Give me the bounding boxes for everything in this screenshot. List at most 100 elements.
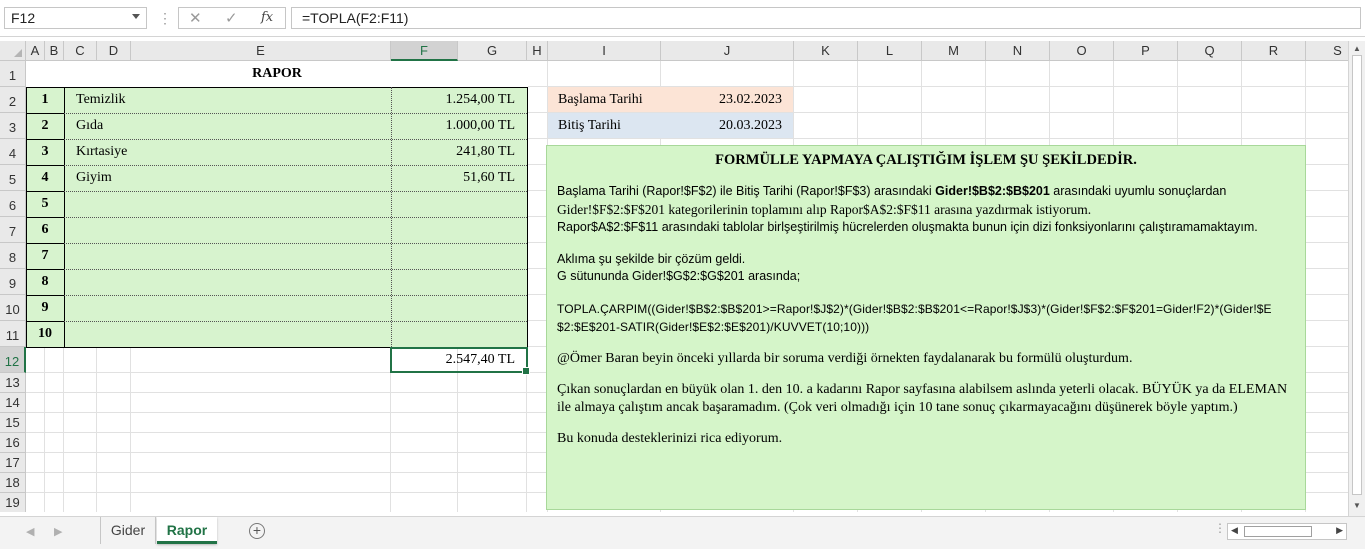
column-header-q[interactable]: Q	[1178, 41, 1242, 61]
row-number[interactable]: 5	[26, 191, 64, 217]
horizontal-scrollbar[interactable]: ◀ ▶	[1227, 523, 1347, 540]
row-header[interactable]: 1	[0, 61, 26, 87]
table-divider	[64, 243, 527, 244]
column-header-o[interactable]: O	[1050, 41, 1114, 61]
row-number[interactable]: 1	[26, 87, 64, 113]
table-divider	[64, 217, 527, 218]
vertical-scrollbar[interactable]: ▲ ▼	[1348, 41, 1365, 516]
row-number[interactable]: 2	[26, 113, 64, 139]
row-header[interactable]: 5	[0, 165, 26, 191]
note-textbox[interactable]: FORMÜLLE YAPMAYA ÇALIŞTIĞIM İŞLEM ŞU ŞEK…	[546, 145, 1306, 510]
column-header-a[interactable]: A	[26, 41, 45, 61]
scroll-up-icon[interactable]: ▲	[1353, 44, 1361, 53]
note-paragraph-2: Aklıma şu şekilde bir çözüm geldi. G süt…	[557, 251, 1295, 286]
row-number[interactable]: 10	[26, 321, 64, 347]
note-paragraph-5: Çıkan sonuçlardan en büyük olan 1. den 1…	[557, 382, 1288, 415]
row-number[interactable]: 9	[26, 295, 64, 321]
column-header-b[interactable]: B	[45, 41, 64, 61]
formula-input[interactable]: =TOPLA(F2:F11)	[291, 7, 1361, 29]
row-header[interactable]: 3	[0, 113, 26, 139]
sheet-tab-rapor[interactable]: Rapor	[157, 517, 217, 544]
note-text: Aklıma şu şekilde bir çözüm geldi.	[557, 251, 746, 266]
row-header[interactable]: 7	[0, 217, 26, 243]
row-header[interactable]: 15	[0, 413, 26, 433]
category-cell[interactable]: Temizlik	[76, 87, 126, 113]
column-header-c[interactable]: C	[64, 41, 97, 61]
note-text: Rapor$A$2:$F$11 arasındaki tablolar birl…	[557, 220, 1258, 234]
column-header-i[interactable]: I	[548, 41, 661, 61]
name-box[interactable]: F12	[4, 7, 147, 29]
column-header-j[interactable]: J	[661, 41, 794, 61]
end-date-label[interactable]: Bitiş Tarihi	[558, 113, 621, 139]
amount-cell[interactable]: 1.000,00 TL	[391, 113, 515, 139]
column-header-f[interactable]: F	[391, 41, 458, 61]
column-header-s[interactable]: S	[1306, 41, 1348, 61]
amount-cell[interactable]: 1.254,00 TL	[391, 87, 515, 113]
row-header[interactable]: 11	[0, 321, 26, 347]
category-cell[interactable]: Giyim	[76, 165, 112, 191]
row-header[interactable]: 12	[0, 347, 26, 373]
column-header-d[interactable]: D	[97, 41, 131, 61]
row-number[interactable]: 7	[26, 243, 64, 269]
column-header-r[interactable]: R	[1242, 41, 1306, 61]
row-header[interactable]: 14	[0, 393, 26, 413]
amount-cell[interactable]: 241,80 TL	[391, 139, 515, 165]
row-header[interactable]: 17	[0, 453, 26, 473]
start-date-value[interactable]: 23.02.2023	[661, 87, 782, 113]
active-cell-cursor[interactable]	[390, 347, 530, 375]
column-header-e[interactable]: E	[131, 41, 391, 61]
note-bold-text: Gider!$B$2:$B$201	[935, 184, 1050, 198]
chevron-left-icon[interactable]: ◀	[26, 525, 34, 538]
row-header[interactable]: 9	[0, 269, 26, 295]
scroll-left-icon[interactable]: ◀	[1231, 525, 1238, 536]
plus-circle-icon[interactable]: +	[249, 523, 265, 539]
row-header[interactable]: 6	[0, 191, 26, 217]
chevron-right-icon[interactable]: ▶	[54, 525, 62, 538]
check-icon[interactable]: ✓	[225, 9, 238, 27]
row-header[interactable]: 2	[0, 87, 26, 113]
category-cell[interactable]: Kırtasiye	[76, 139, 127, 165]
chevron-down-icon[interactable]	[132, 14, 140, 19]
start-date-label[interactable]: Başlama Tarihi	[558, 87, 643, 113]
column-header-n[interactable]: N	[986, 41, 1050, 61]
row-number[interactable]: 8	[26, 269, 64, 295]
column-header-g[interactable]: G	[458, 41, 527, 61]
formula-bar: F12 ⋮ ✕ ✓ fx =TOPLA(F2:F11)	[0, 0, 1365, 37]
table-divider	[64, 321, 527, 322]
row-header[interactable]: 19	[0, 493, 26, 512]
row-header[interactable]: 16	[0, 433, 26, 453]
row-header[interactable]: 4	[0, 139, 26, 165]
scroll-right-icon[interactable]: ▶	[1336, 525, 1343, 536]
column-header-k[interactable]: K	[794, 41, 858, 61]
table-divider	[64, 191, 527, 192]
scroll-thumb[interactable]	[1244, 526, 1312, 537]
row-number[interactable]: 3	[26, 139, 64, 165]
row-header[interactable]: 8	[0, 243, 26, 269]
note-heading: FORMÜLLE YAPMAYA ÇALIŞTIĞIM İŞLEM ŞU ŞEK…	[715, 152, 1137, 168]
row-number[interactable]: 6	[26, 217, 64, 243]
column-header-l[interactable]: L	[858, 41, 922, 61]
end-date-value[interactable]: 20.03.2023	[661, 113, 782, 139]
category-cell[interactable]: Gıda	[76, 113, 103, 139]
row-header[interactable]: 10	[0, 295, 26, 321]
note-formula: TOPLA.ÇARPIM((Gider!$B$2:$B$201>=Rapor!$…	[557, 301, 1272, 334]
row-number[interactable]: 4	[26, 165, 64, 191]
close-icon[interactable]: ✕	[189, 9, 202, 27]
column-header-m[interactable]: M	[922, 41, 986, 61]
select-all-button[interactable]	[0, 41, 26, 61]
row-header[interactable]: 18	[0, 473, 26, 493]
drag-handle-icon[interactable]: ⋮	[158, 10, 172, 27]
column-header-h[interactable]: H	[527, 41, 548, 61]
note-paragraph-6: Bu konuda desteklerinizi rica ediyorum.	[557, 431, 783, 446]
note-text: Başlama Tarihi (Rapor!$F$2) ile Bitiş Ta…	[557, 184, 936, 198]
scroll-thumb[interactable]	[1352, 55, 1362, 495]
scroll-down-icon[interactable]: ▼	[1353, 501, 1361, 510]
formula-buttons: ✕ ✓ fx	[178, 7, 286, 29]
worksheet-grid[interactable]: A B C D E F G H I J K L M N O P Q R S 1 …	[0, 41, 1348, 512]
fx-icon[interactable]: fx	[261, 10, 273, 25]
drag-handle-icon[interactable]: ⋮	[1214, 521, 1226, 535]
column-header-p[interactable]: P	[1114, 41, 1178, 61]
row-header[interactable]: 13	[0, 373, 26, 393]
sheet-tab-gider[interactable]: Gider	[100, 517, 156, 544]
amount-cell[interactable]: 51,60 TL	[391, 165, 515, 191]
